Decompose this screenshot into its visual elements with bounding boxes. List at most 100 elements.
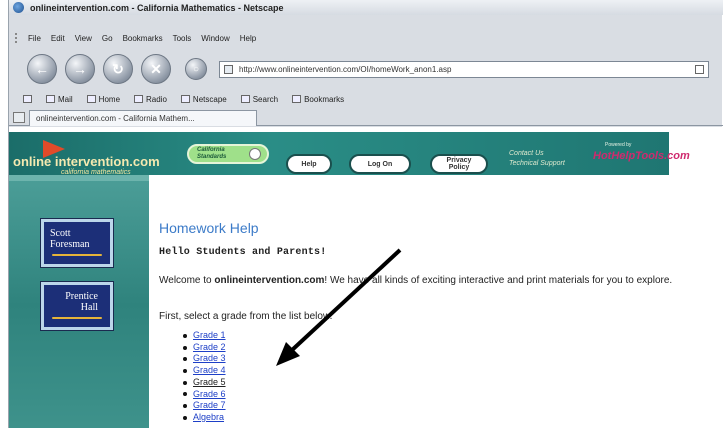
scott-foresman-label: Scott Foresman bbox=[50, 228, 90, 250]
menu-help[interactable]: Help bbox=[240, 34, 256, 43]
prentice-hall-link[interactable]: Prentice Hall bbox=[40, 281, 114, 331]
help-label: Help bbox=[301, 160, 317, 168]
sidebar-stripe bbox=[9, 175, 149, 181]
netscape-label: Netscape bbox=[192, 94, 227, 104]
grade-1-link[interactable]: Grade 1 bbox=[193, 330, 226, 342]
url-dropdown-icon[interactable] bbox=[695, 64, 704, 74]
tab-onlineintervention[interactable]: onlineintervention.com - California Math… bbox=[29, 110, 257, 126]
grade-3-link[interactable]: Grade 3 bbox=[193, 353, 226, 365]
toolbar-grip[interactable] bbox=[23, 95, 32, 103]
netscape-link[interactable]: Netscape bbox=[180, 94, 227, 104]
privacy-policy-button[interactable]: Privacy Policy bbox=[430, 154, 488, 174]
menu-bookmarks[interactable]: Bookmarks bbox=[123, 34, 163, 43]
list-item: Grade 5 bbox=[183, 377, 226, 389]
scott-foresman-link[interactable]: Scott Foresman bbox=[40, 218, 114, 268]
title-bar: onlineintervention.com - California Math… bbox=[9, 0, 723, 15]
list-item: Grade 2 bbox=[183, 342, 226, 354]
forward-arrow-icon: → bbox=[73, 61, 87, 77]
list-item: Grade 6 bbox=[183, 389, 226, 401]
stop-button[interactable]: ✕ bbox=[141, 54, 171, 84]
greeting-heading: Hello Students and Parents! bbox=[159, 247, 327, 258]
log-on-label: Log On bbox=[367, 160, 393, 168]
url-field[interactable]: http://www.onlineintervention.com/OI/hom… bbox=[219, 60, 709, 78]
reload-button[interactable]: ↻ bbox=[103, 54, 133, 84]
welcome-prefix: Welcome to bbox=[159, 275, 215, 286]
list-item: Algebra bbox=[183, 412, 226, 424]
url-text: http://www.onlineintervention.com/OI/hom… bbox=[239, 64, 452, 74]
search-icon bbox=[240, 95, 250, 103]
forward-button[interactable]: → bbox=[65, 54, 95, 84]
mail-label: Mail bbox=[58, 94, 73, 104]
web-page: online intervention.com california mathe… bbox=[9, 127, 723, 428]
welcome-site-name: onlineintervention.com bbox=[214, 275, 325, 286]
list-item: Grade 3 bbox=[183, 353, 226, 365]
mail-link[interactable]: Mail bbox=[46, 95, 73, 104]
menu-window[interactable]: Window bbox=[201, 34, 229, 43]
menu-edit[interactable]: Edit bbox=[51, 34, 65, 43]
browser-window: onlineintervention.com - California Math… bbox=[8, 0, 723, 428]
tab-bar: onlineintervention.com - California Math… bbox=[9, 108, 723, 126]
grade-2-link[interactable]: Grade 2 bbox=[193, 342, 226, 354]
search-label: Search bbox=[252, 94, 279, 104]
welcome-paragraph: Welcome to onlineintervention.com! We ha… bbox=[159, 275, 679, 286]
list-item: Grade 4 bbox=[183, 365, 226, 377]
stop-icon: ✕ bbox=[150, 60, 162, 77]
site-brand[interactable]: online intervention.com bbox=[13, 154, 160, 169]
california-standards-button[interactable]: California Standards bbox=[187, 144, 269, 164]
privacy-label: Privacy Policy bbox=[446, 157, 472, 171]
radio-icon bbox=[134, 95, 144, 103]
home-button[interactable]: ○ bbox=[185, 58, 207, 80]
personal-toolbar: Mail Home Radio Netscape Search Bookmark… bbox=[9, 90, 723, 108]
log-on-button[interactable]: Log On bbox=[349, 154, 411, 174]
back-arrow-icon: ← bbox=[35, 61, 49, 77]
page-icon bbox=[224, 64, 233, 74]
menu-bar: File Edit View Go Bookmarks Tools Window… bbox=[9, 30, 723, 46]
powered-by-label: Powered by bbox=[605, 142, 632, 148]
bookmarks-link[interactable]: Bookmarks bbox=[292, 95, 344, 104]
menu-go[interactable]: Go bbox=[102, 34, 113, 43]
contact-us-link[interactable]: Contact Us bbox=[509, 149, 565, 159]
bookmarks-label: Bookmarks bbox=[304, 94, 345, 104]
menu-view[interactable]: View bbox=[75, 34, 92, 43]
list-item: Grade 1 bbox=[183, 330, 226, 342]
main-content: Homework Help Hello Students and Parents… bbox=[159, 175, 719, 428]
algebra-link[interactable]: Algebra bbox=[193, 412, 224, 424]
grade-4-link[interactable]: Grade 4 bbox=[193, 365, 226, 377]
reload-icon: ↻ bbox=[112, 60, 124, 77]
tab-label: onlineintervention.com - California Math… bbox=[36, 114, 195, 123]
grade-list: Grade 1 Grade 2 Grade 3 Grade 4 Grade 5 … bbox=[183, 330, 226, 424]
pencil-icon bbox=[249, 148, 261, 160]
page-title: Homework Help bbox=[159, 220, 259, 236]
help-button[interactable]: Help bbox=[286, 154, 332, 174]
grade-7-link[interactable]: Grade 7 bbox=[193, 400, 226, 412]
grade-5-link[interactable]: Grade 5 bbox=[193, 377, 226, 389]
site-header: online intervention.com california mathe… bbox=[9, 132, 690, 176]
california-standards-label: California Standards bbox=[197, 147, 227, 160]
bookmarks-icon bbox=[292, 95, 302, 103]
home-label: Home bbox=[98, 94, 121, 104]
netscape-icon bbox=[180, 95, 190, 103]
logo-swoosh bbox=[52, 254, 102, 256]
navigation-toolbar: ← → ↻ ✕ ○ http://www.onlineintervention.… bbox=[9, 50, 723, 88]
tab-list-icon[interactable] bbox=[13, 112, 25, 123]
radio-link[interactable]: Radio bbox=[134, 95, 167, 104]
menu-file[interactable]: File bbox=[28, 34, 41, 43]
menu-tools[interactable]: Tools bbox=[173, 34, 192, 43]
welcome-suffix: ! We have all kinds of exciting interact… bbox=[324, 275, 673, 286]
technical-support-link[interactable]: Technical Support bbox=[509, 159, 565, 169]
logo-swoosh bbox=[52, 317, 102, 319]
partner-logo[interactable]: HotHelpTools.com bbox=[593, 150, 690, 162]
window-title: onlineintervention.com - California Math… bbox=[30, 2, 284, 13]
radio-label: Radio bbox=[146, 94, 167, 104]
home-link[interactable]: Home bbox=[86, 94, 121, 104]
circle-icon: ○ bbox=[192, 63, 200, 75]
list-item: Grade 7 bbox=[183, 400, 226, 412]
grip-icon bbox=[23, 95, 32, 103]
sidebar: Scott Foresman Prentice Hall bbox=[9, 175, 149, 428]
prentice-hall-label: Prentice Hall bbox=[65, 291, 98, 313]
back-button[interactable]: ← bbox=[27, 54, 57, 84]
instruction-text: First, select a grade from the list belo… bbox=[159, 311, 333, 322]
toolbar-grip-icon[interactable] bbox=[15, 33, 18, 43]
grade-6-link[interactable]: Grade 6 bbox=[193, 389, 226, 401]
search-link[interactable]: Search bbox=[240, 94, 279, 104]
